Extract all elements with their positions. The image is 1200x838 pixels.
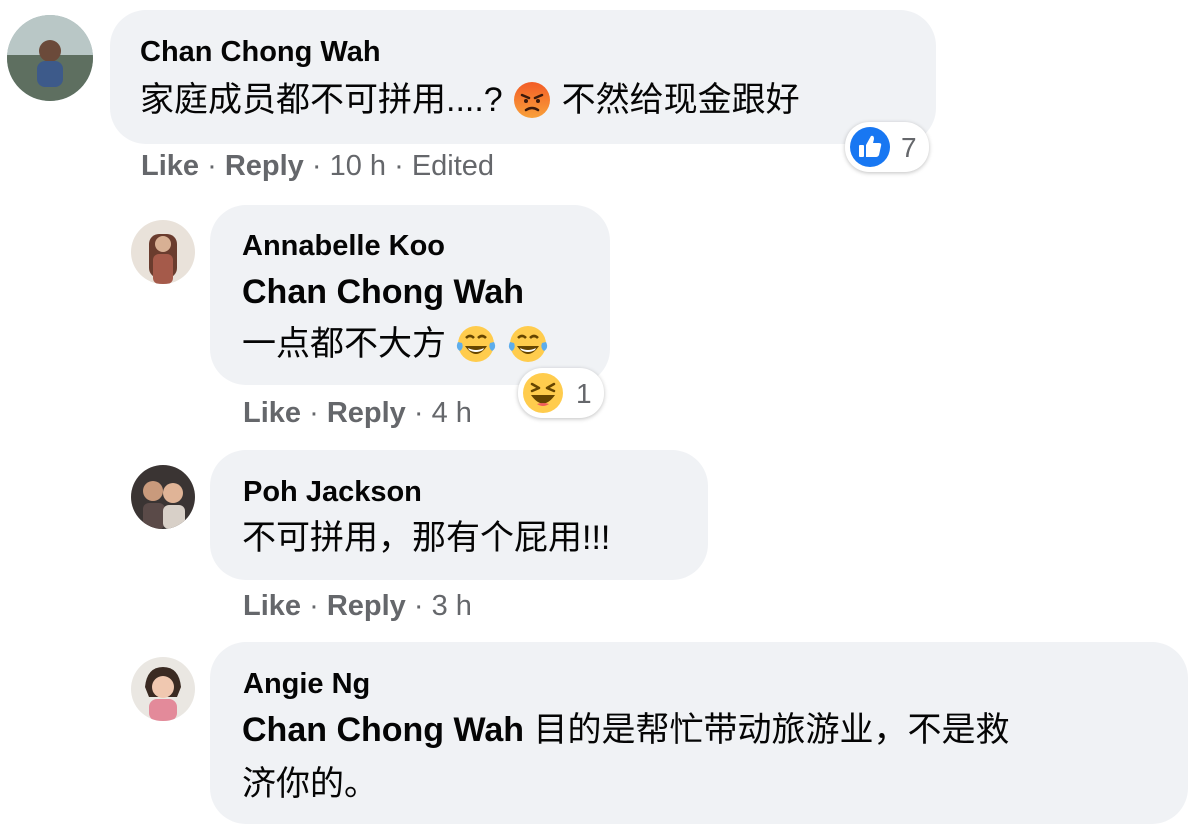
separator: · [309, 397, 327, 429]
separator: · [207, 150, 225, 182]
reaction-count: 1 [576, 378, 592, 409]
like-button[interactable]: Like [243, 590, 301, 622]
separator: · [311, 150, 330, 182]
comment-actions: Like · Reply · 3 h [243, 590, 472, 623]
reaction-badge[interactable]: 7 [845, 122, 929, 172]
angry-face-icon [512, 80, 552, 125]
comment-text-part: 目的是帮忙带动旅游业，不是救 [533, 711, 1010, 749]
tears-of-joy-icon [507, 324, 549, 369]
separator: · [394, 150, 412, 182]
mention-link[interactable]: Chan Chong Wah [242, 711, 524, 749]
comment-text: 家庭成员都不可拼用....? 不然给现金跟好 [140, 78, 800, 125]
mention-link[interactable]: Chan Chong Wah [242, 270, 524, 314]
comment-author[interactable]: Annabelle Koo [242, 230, 445, 263]
reply-button[interactable]: Reply [327, 397, 406, 429]
timestamp[interactable]: 4 h [432, 397, 472, 429]
comment-text-part: 不然给现金跟好 [561, 81, 800, 119]
comment-author[interactable]: Poh Jackson [243, 476, 422, 509]
avatar[interactable] [131, 220, 195, 284]
comment-text-part: 一点都不大方 [242, 325, 446, 363]
avatar[interactable] [7, 15, 93, 101]
timestamp[interactable]: 3 h [432, 590, 472, 622]
separator: · [413, 590, 432, 622]
comment-bubble [210, 450, 708, 580]
timestamp[interactable]: 10 h [330, 150, 386, 182]
comment-text: 济你的。 [242, 765, 378, 803]
comment-actions: Like · Reply · 10 h · Edited [141, 150, 494, 183]
comment-text: Chan Chong Wah 目的是帮忙带动旅游业，不是救 [242, 708, 1009, 752]
avatar[interactable] [131, 465, 195, 529]
haha-icon [522, 372, 564, 419]
comment-author[interactable]: Chan Chong Wah [140, 36, 381, 69]
reply-button[interactable]: Reply [327, 590, 406, 622]
reaction-count: 7 [901, 132, 917, 163]
edited-label[interactable]: Edited [412, 150, 494, 182]
reply-button[interactable]: Reply [225, 150, 304, 182]
reaction-badge[interactable]: 1 [518, 368, 604, 418]
separator: · [413, 397, 432, 429]
like-button[interactable]: Like [243, 397, 301, 429]
like-icon [849, 126, 891, 173]
comment-author[interactable]: Angie Ng [243, 668, 370, 701]
avatar[interactable] [131, 657, 195, 721]
separator: · [309, 590, 327, 622]
comment-text: 不可拼用，那有个屁用!!! [242, 519, 611, 557]
comment-text: 一点都不大方 [242, 322, 549, 369]
like-button[interactable]: Like [141, 150, 199, 182]
comment-actions: Like · Reply · 4 h [243, 397, 472, 430]
comment-text-part: 家庭成员都不可拼用....? [140, 81, 503, 119]
tears-of-joy-icon [455, 324, 497, 369]
